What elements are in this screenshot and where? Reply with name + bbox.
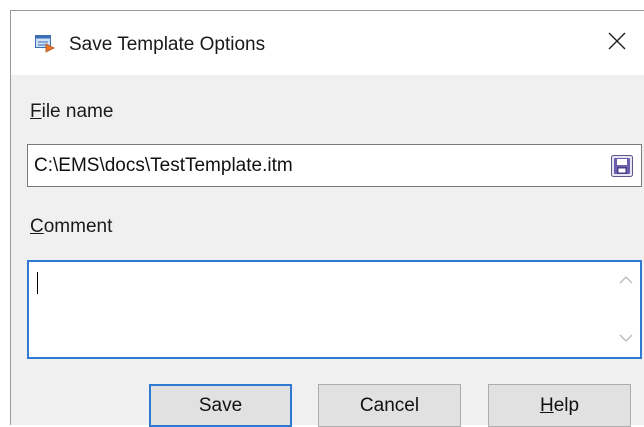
template-app-icon: [35, 35, 55, 53]
comment-scrollbar[interactable]: [612, 262, 640, 357]
scroll-up-icon[interactable]: [618, 272, 634, 288]
dialog-title: Save Template Options: [69, 34, 266, 55]
comment-label: Comment: [30, 216, 113, 237]
title-bar: Save Template Options: [11, 11, 644, 75]
comment-field: [27, 260, 642, 359]
save-button[interactable]: Save: [149, 384, 292, 427]
file-name-field: [27, 144, 642, 187]
text-caret: [37, 272, 38, 294]
help-label: elp: [553, 394, 580, 416]
help-button[interactable]: Help: [488, 384, 631, 427]
save-template-dialog: Save Template Options File name Comment: [10, 10, 644, 427]
comment-textarea[interactable]: [29, 262, 614, 357]
close-button[interactable]: [597, 25, 637, 61]
scroll-down-icon[interactable]: [618, 330, 634, 346]
help-mnemonic: H: [539, 394, 554, 416]
file-name-input[interactable]: [28, 145, 598, 186]
file-name-label: File name: [30, 101, 114, 122]
floppy-disk-icon[interactable]: [610, 154, 634, 178]
cancel-button[interactable]: Cancel: [318, 384, 461, 427]
close-icon: [608, 32, 626, 55]
